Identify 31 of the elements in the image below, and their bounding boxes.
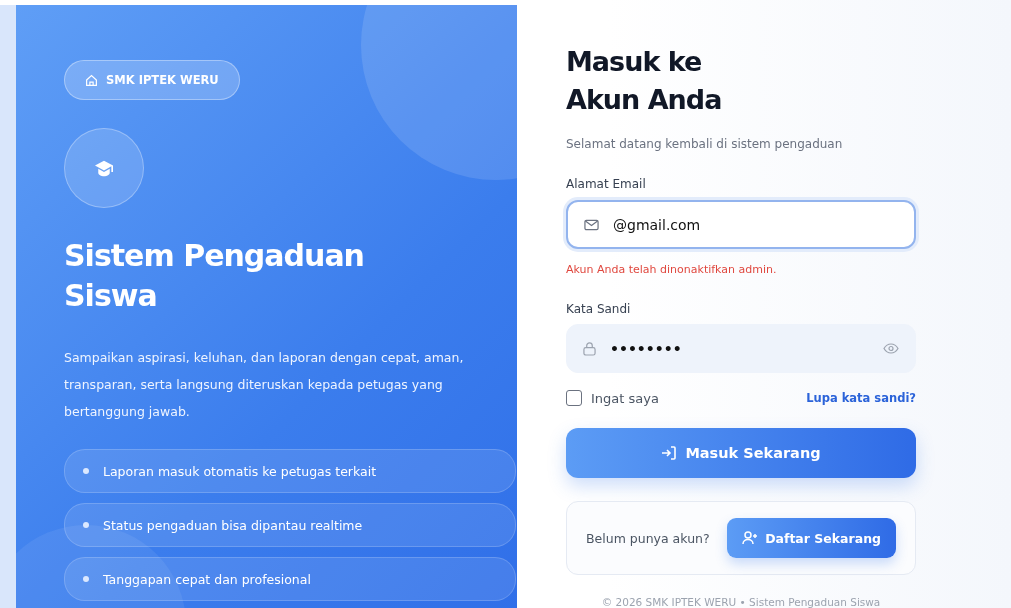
- login-title: Masuk ke Akun Anda: [566, 45, 723, 117]
- feature-text: Tanggapan cepat dan profesional: [103, 571, 311, 587]
- email-field[interactable]: @gmail.com: [566, 200, 916, 250]
- register-prompt: Belum punya akun?: [586, 530, 710, 546]
- password-input[interactable]: ••••••••: [610, 340, 869, 357]
- email-input[interactable]: @gmail.com: [613, 216, 898, 233]
- add-user-icon: [742, 531, 759, 546]
- bullet-icon: [83, 468, 89, 474]
- login-subtitle: Selamat datang kembali di sistem pengaduan: [566, 137, 844, 151]
- password-field[interactable]: ••••••••: [566, 324, 916, 374]
- hero-title: Sistem Pengaduan Siswa: [64, 237, 364, 315]
- register-button[interactable]: Daftar Sekarang: [727, 518, 896, 559]
- remember-label: Ingat saya: [591, 390, 659, 406]
- lock-icon: [583, 341, 596, 357]
- feature-text: Laporan masuk otomatis ke petugas terkait: [103, 463, 377, 479]
- remember-checkbox[interactable]: [566, 390, 582, 407]
- graduation-cap-icon: [94, 159, 114, 177]
- forgot-password-link[interactable]: Lupa kata sandi?: [806, 391, 916, 406]
- hero-description: Sampaikan aspirasi, keluhan, dan laporan dengan cepat, aman, transparan, serta langsung diteruskan kepada petugas yang bertanggung jawab.: [64, 349, 465, 421]
- school-name: SMK IPTEK WERU: [106, 73, 219, 87]
- footer-text: © 2026 SMK IPTEK WERU • Sistem Pengaduan Siswa: [600, 596, 882, 608]
- home-icon: [85, 73, 98, 87]
- feature-text: Status pengaduan bisa dipantau realtime: [103, 517, 363, 533]
- error-message: Akun Anda telah dinonaktifkan admin.: [566, 263, 778, 277]
- bullet-icon: [83, 522, 89, 528]
- password-label: Kata Sandi: [566, 302, 632, 317]
- login-icon: [661, 446, 678, 461]
- mail-icon: [584, 218, 599, 231]
- email-label: Alamat Email: [566, 177, 647, 191]
- bullet-icon: [83, 576, 89, 582]
- login-button[interactable]: Masuk Sekarang: [566, 428, 916, 479]
